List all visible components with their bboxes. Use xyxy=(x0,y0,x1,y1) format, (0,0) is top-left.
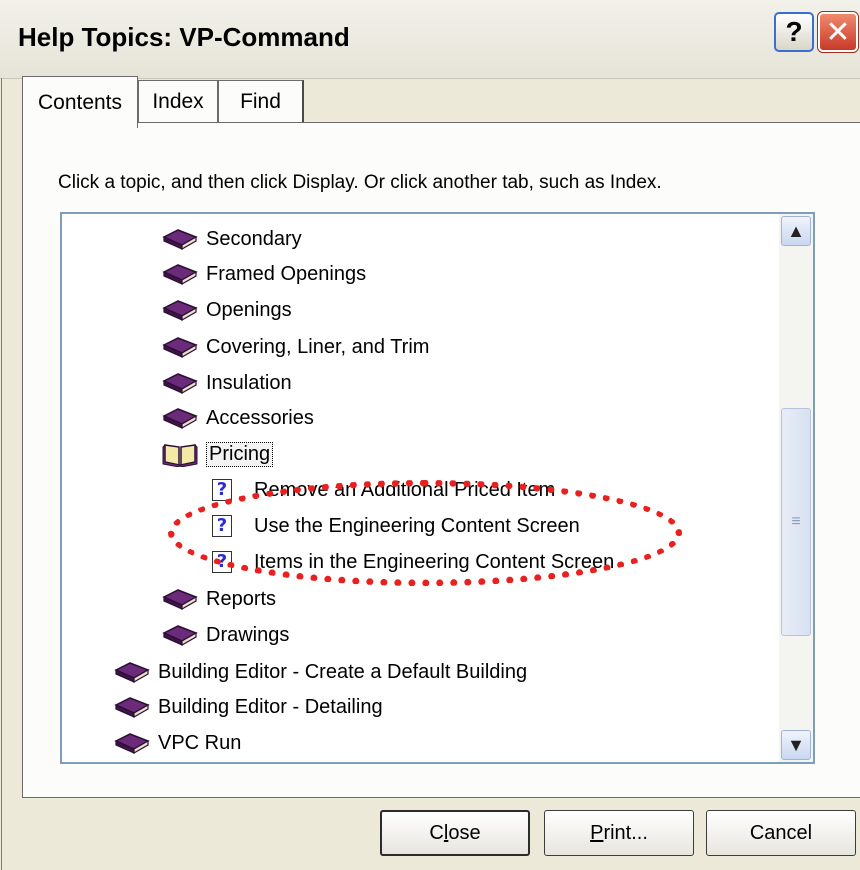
tab-find[interactable]: Find xyxy=(218,80,304,122)
tree-item-insulation[interactable]: Insulation xyxy=(162,366,292,400)
closed-book-icon xyxy=(114,697,150,719)
closed-book-icon xyxy=(162,229,198,251)
tree-item-label: VPC Run xyxy=(158,731,242,754)
tree-item-label: Use the Engineering Content Screen xyxy=(254,514,580,537)
closed-book-icon xyxy=(162,408,198,430)
chevron-down-icon: ▼ xyxy=(787,734,805,755)
help-topic-icon: ? xyxy=(212,515,232,537)
vertical-scrollbar[interactable]: ▲ ≡ ▼ xyxy=(779,214,813,762)
tree-item-pricing[interactable]: Pricing xyxy=(162,437,274,471)
closed-book-icon xyxy=(162,300,198,322)
scroll-up-button[interactable]: ▲ xyxy=(781,216,811,246)
help-button[interactable]: ? xyxy=(774,12,814,52)
tree-item-building-editor-default[interactable]: Building Editor - Create a Default Build… xyxy=(114,655,527,689)
topics-tree[interactable]: Secondary Framed Openings Openings Cover… xyxy=(60,212,815,764)
window-title: Help Topics: VP-Command xyxy=(18,22,350,52)
closed-book-icon xyxy=(114,733,150,755)
tree-item-label: Secondary xyxy=(206,227,302,250)
closed-book-icon xyxy=(162,264,198,286)
tree-item-label: Framed Openings xyxy=(206,262,367,285)
open-book-icon xyxy=(162,443,198,467)
tree-item-label: Covering, Liner, and Trim xyxy=(206,335,430,358)
grip-icon: ≡ xyxy=(791,513,801,530)
tab-contents[interactable]: Contents xyxy=(22,76,138,128)
tree-item-vpc-run[interactable]: VPC Run xyxy=(114,726,241,760)
tree-item-openings[interactable]: Openings xyxy=(162,293,292,327)
chevron-up-icon: ▲ xyxy=(787,220,805,241)
closed-book-icon xyxy=(162,589,198,611)
tree-item-label: Items in the Engineering Content Screen xyxy=(254,550,615,573)
closed-book-icon xyxy=(162,337,198,359)
help-topic-icon: ? xyxy=(212,551,232,573)
closed-book-icon xyxy=(162,373,198,395)
tree-item-label: Building Editor - Detailing xyxy=(158,695,383,718)
title-bar[interactable]: Help Topics: VP-Command ? ✕ xyxy=(0,0,860,79)
closed-book-icon xyxy=(162,625,198,647)
window-close-button[interactable]: ✕ xyxy=(817,11,859,53)
tree-item-label: Reports xyxy=(206,587,277,610)
closed-book-icon xyxy=(114,662,150,684)
tree-item-drawings[interactable]: Drawings xyxy=(162,618,289,652)
scroll-down-button[interactable]: ▼ xyxy=(781,730,811,760)
print-button[interactable]: Print... xyxy=(544,810,694,856)
tree-item-building-editor-detailing[interactable]: Building Editor - Detailing xyxy=(114,690,383,724)
tree-item-framed-openings[interactable]: Framed Openings xyxy=(162,257,366,291)
tree-item-label: Accessories xyxy=(206,406,314,429)
help-topic-icon: ? xyxy=(212,479,232,501)
tree-item-label: Openings xyxy=(206,298,292,321)
tab-index[interactable]: Index xyxy=(138,80,218,122)
tree-item-label: Remove an Additional Priced Item xyxy=(254,478,556,501)
tree-item-use-engineering-content[interactable]: ? Use the Engineering Content Screen xyxy=(212,509,580,543)
tree-item-label: Drawings xyxy=(206,623,290,646)
tree-item-accessories[interactable]: Accessories xyxy=(162,401,314,435)
close-button-label: Close xyxy=(429,821,481,844)
tree-item-label: Insulation xyxy=(206,371,292,394)
close-button[interactable]: Close xyxy=(380,810,530,856)
cancel-button[interactable]: Cancel xyxy=(706,810,856,856)
tree-item-covering-liner-trim[interactable]: Covering, Liner, and Trim xyxy=(162,330,429,364)
scroll-thumb[interactable]: ≡ xyxy=(781,408,811,636)
tree-item-secondary[interactable]: Secondary xyxy=(162,222,302,256)
tree-item-remove-priced-item[interactable]: ? Remove an Additional Priced Item xyxy=(212,473,555,507)
tree-item-reports[interactable]: Reports xyxy=(162,582,276,616)
instruction-text: Click a topic, and then click Display. O… xyxy=(58,172,662,193)
print-button-label: Print... xyxy=(590,821,648,844)
window-border xyxy=(1,78,2,870)
tree-item-label: Pricing xyxy=(206,441,274,467)
tree-item-items-engineering-content[interactable]: ? Items in the Engineering Content Scree… xyxy=(212,545,614,579)
tree-item-label: Building Editor - Create a Default Build… xyxy=(158,660,528,683)
